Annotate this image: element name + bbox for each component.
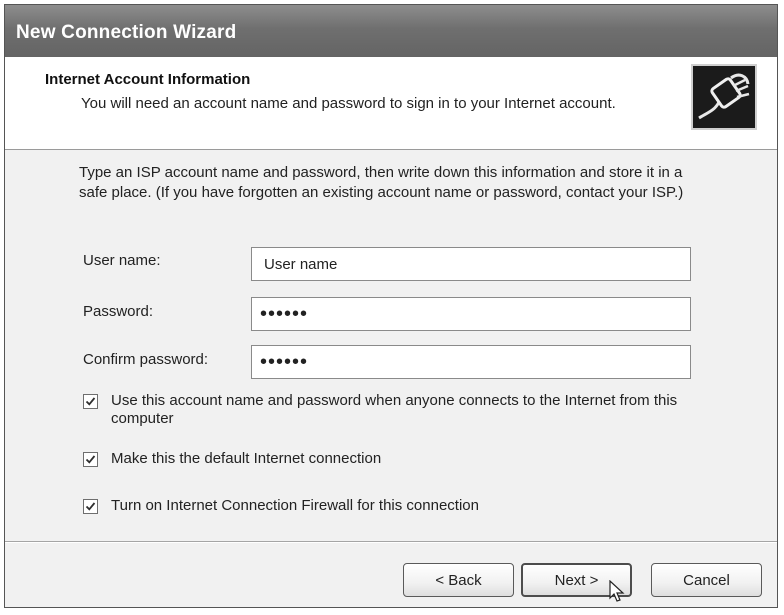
confirm-password-input[interactable]	[251, 345, 691, 379]
default-connection-label: Make this the default Internet connectio…	[111, 450, 382, 467]
cancel-button[interactable]: Cancel	[651, 563, 762, 597]
page-title: Internet Account Information	[45, 71, 251, 88]
window-title: New Connection Wizard	[16, 22, 237, 43]
checkmark-icon	[85, 397, 96, 406]
username-label: User name:	[83, 252, 161, 269]
mouse-pointer-icon	[609, 580, 625, 602]
shared-account-checkbox[interactable]	[83, 394, 98, 409]
checkmark-icon	[85, 502, 96, 511]
back-button[interactable]: < Back	[403, 563, 514, 597]
password-input[interactable]	[251, 297, 691, 331]
instructions-text: Type an ISP account name and password, t…	[79, 163, 755, 203]
default-connection-checkbox[interactable]	[83, 452, 98, 467]
instructions-line-1: Type an ISP account name and password, t…	[79, 164, 683, 181]
password-label: Password:	[83, 303, 154, 320]
firewall-checkbox[interactable]	[83, 499, 98, 514]
title-bar[interactable]: New Connection Wizard	[5, 5, 777, 57]
checkmark-icon	[85, 455, 96, 464]
page-subtitle: You will need an account name and passwo…	[81, 95, 616, 112]
confirm-password-label: Confirm password:	[83, 351, 209, 368]
wizard-header: Internet Account Information You will ne…	[5, 57, 777, 150]
footer-divider	[5, 541, 777, 543]
wizard-window: New Connection Wizard Internet Account I…	[4, 4, 778, 608]
firewall-label: Turn on Internet Connection Firewall for…	[111, 497, 479, 514]
network-cable-icon	[691, 64, 757, 130]
username-input[interactable]	[251, 247, 691, 281]
instructions-line-2: safe place. (If you have forgotten an ex…	[79, 184, 684, 201]
shared-account-label: Use this account name and password when …	[111, 392, 678, 427]
